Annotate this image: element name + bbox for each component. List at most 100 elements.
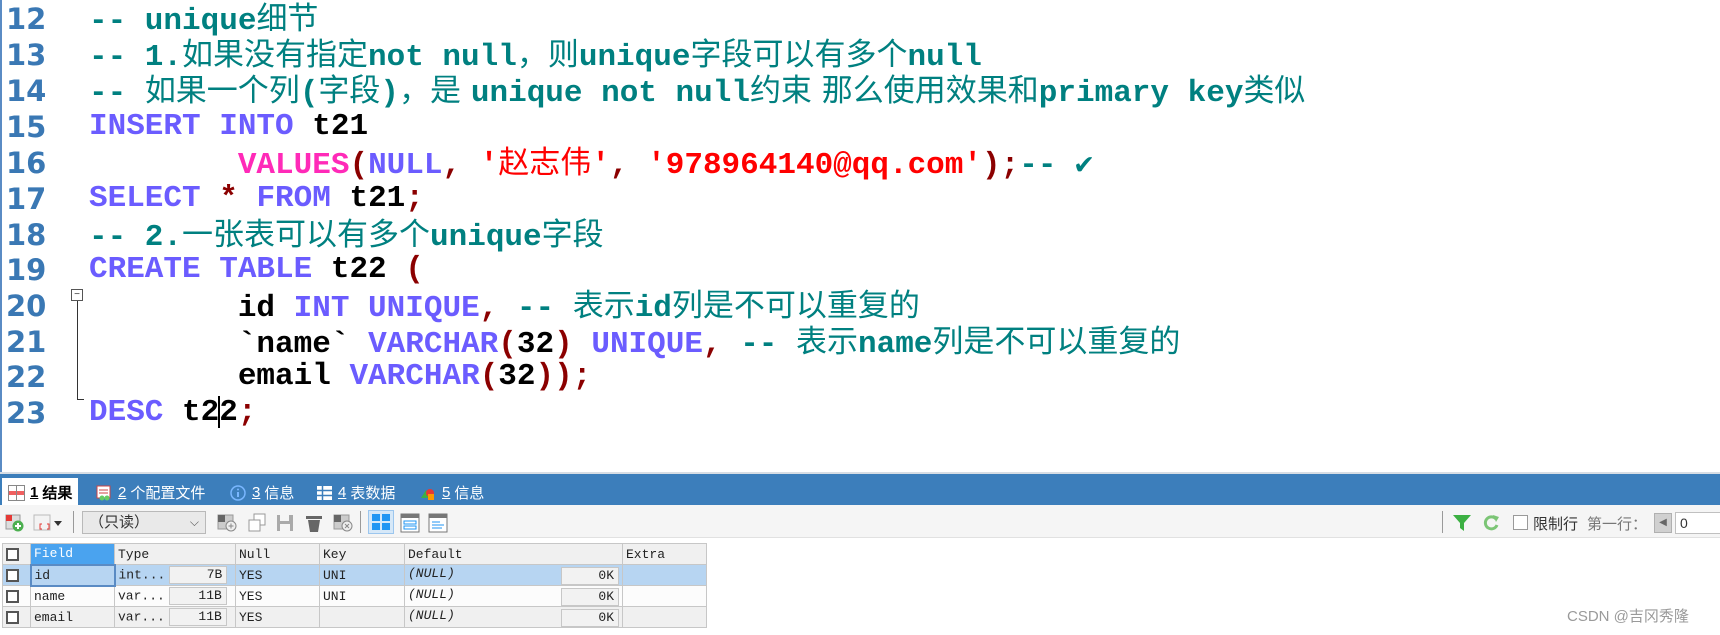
cell-key[interactable]: UNI [319,585,405,607]
limit-rows-checkbox[interactable] [1513,515,1528,530]
blob-size[interactable]: 0K [561,587,619,606]
code-token: VALUES [237,148,350,183]
row-checkbox[interactable] [2,585,31,607]
cell-extra[interactable] [622,606,707,628]
column-header-key[interactable]: Key [319,543,405,565]
line-number: 16 [6,146,47,180]
column-header-null[interactable]: Null [235,543,320,565]
previous-page-button[interactable]: ◀ [1654,513,1672,533]
line-number: 12 [6,2,47,36]
cell-extra[interactable] [622,564,707,586]
add-row-button[interactable] [5,513,25,533]
cell-type[interactable]: var... 11B [114,585,236,607]
code-line[interactable]: 20 id INT UNIQUE, -- 表示id列是不可以重复的 [2,287,1720,326]
row-checkbox[interactable] [2,564,31,586]
cell-key[interactable] [319,606,405,628]
tab-info-2[interactable]: 5 信息 [414,478,490,507]
export-dropdown-button[interactable] [33,513,65,533]
code-line[interactable]: 12 -- unique细节 [2,0,1720,39]
blob-size[interactable]: 7B [169,566,228,584]
table-data-icon [316,485,333,501]
code-line[interactable]: 16 VALUES(NULL, '赵志伟', '978964140@qq.com… [2,144,1720,183]
toolbar-separator [360,511,361,533]
blob-size[interactable]: 11B [168,587,227,605]
code-line[interactable]: 14 -- 如果一个列(字段)，是 unique not null约束 那么使用效… [2,72,1720,111]
tab-profiles[interactable]: 2 个配置文件 [90,478,211,507]
code-token: 列是不可以重复的 [932,324,1181,360]
form-view-button[interactable] [400,513,420,533]
code-line[interactable]: 19 CREATE TABLE t22 ( [2,251,1720,289]
cell-null[interactable]: YES [235,564,320,586]
code-token: ) [380,76,400,111]
cell-type[interactable]: int... 7B [114,564,236,586]
code-token: -- [1019,148,1076,183]
cell-extra[interactable] [622,585,707,607]
first-row-input[interactable]: 0 [1675,512,1720,534]
cell-default[interactable]: (NULL) 0K [404,564,623,586]
tab-result[interactable]: 1 结果 [2,478,79,507]
text-view-button[interactable] [428,513,448,533]
code-line[interactable]: 17 SELECT * FROM t21; [2,180,1720,218]
code-line[interactable]: 15 INSERT INTO t21 [2,108,1720,146]
result-grid-icon [8,484,25,501]
code-token: ' [479,148,499,183]
cell-field[interactable]: id [29,563,116,587]
cell-null[interactable]: YES [235,585,320,607]
code-line[interactable]: 18 -- 2.一张表可以有多个unique字段 [2,216,1720,255]
tab-info[interactable]: 3 信息 [224,478,300,507]
cell-default[interactable]: (NULL) 0K [404,606,623,628]
select-all-checkbox[interactable] [2,543,31,565]
code-line[interactable]: 22 email VARCHAR(32)); [2,358,1720,396]
code-token: `name` [237,327,369,362]
row-checkbox[interactable] [2,606,31,628]
table-row[interactable]: email var... 11B YES (NULL) 0K [2,606,707,628]
blob-size[interactable]: 0K [561,566,619,585]
code-token: t2 [182,395,220,430]
code-token: FROM [256,181,350,216]
insert-row-button[interactable] [217,513,237,533]
blob-size[interactable]: 0K [561,608,619,627]
tab-table-data[interactable]: 4 表数据 [310,478,401,507]
code-token: 如果没有指定 [182,37,369,73]
cell-null[interactable]: YES [235,606,320,628]
save-icon[interactable] [275,513,295,533]
result-tabs-bar: 1 结果 2 个配置文件 3 信息 4 表数据 5 信息 [0,472,1720,507]
refresh-icon[interactable] [1481,513,1501,533]
fold-guide-end [77,399,84,400]
code-text: CREATE TABLE t22 ( [89,251,424,289]
delete-icon[interactable] [304,513,324,533]
code-line[interactable]: 23 DESC t22; [2,394,1720,432]
fold-toggle-icon[interactable]: − [71,289,83,301]
code-line[interactable]: 13 -- 1.如果没有指定not null，则unique字段可以有多个null [2,36,1720,75]
cell-key[interactable]: UNI [319,564,405,586]
filter-icon[interactable] [1452,513,1472,533]
duplicate-row-button[interactable] [247,513,267,533]
cell-type[interactable]: var... 11B [114,606,236,628]
table-row[interactable]: name var... 11B YES UNI (NULL) 0K [2,585,707,607]
code-token: t21 [349,181,406,216]
code-token: ，是 [399,73,471,109]
code-token: -- 1. [89,40,183,75]
line-number: 17 [6,182,47,216]
cell-field[interactable]: name [30,585,115,607]
table-row[interactable]: id int... 7B YES UNI (NULL) 0K [2,563,707,587]
sql-editor[interactable]: 12 -- unique细节 13 -- 1.如果没有指定not null，则uniq… [0,0,1720,472]
cell-default[interactable]: (NULL) 0K [404,585,623,607]
code-token: CREATE TABLE [89,252,331,287]
blob-size[interactable]: 11B [168,608,227,626]
cell-field[interactable]: email [30,606,115,628]
line-number: 23 [6,396,47,430]
discard-changes-button[interactable] [333,513,353,533]
edit-mode-select[interactable]: （只读） ⌵ [82,511,206,534]
code-token: INSERT INTO [89,109,313,144]
column-header-default[interactable]: Default [404,543,623,565]
column-header-extra[interactable]: Extra [622,543,707,565]
grid-view-button[interactable] [368,510,394,534]
column-header-type[interactable]: Type [114,543,236,565]
first-row-label: 第一行： [1587,516,1648,533]
column-header-field[interactable]: Field [30,543,115,565]
code-token: id [237,291,294,326]
code-token: ; [237,395,257,430]
code-line[interactable]: 21 `name` VARCHAR(32) UNIQUE, -- 表示name列… [2,323,1720,362]
